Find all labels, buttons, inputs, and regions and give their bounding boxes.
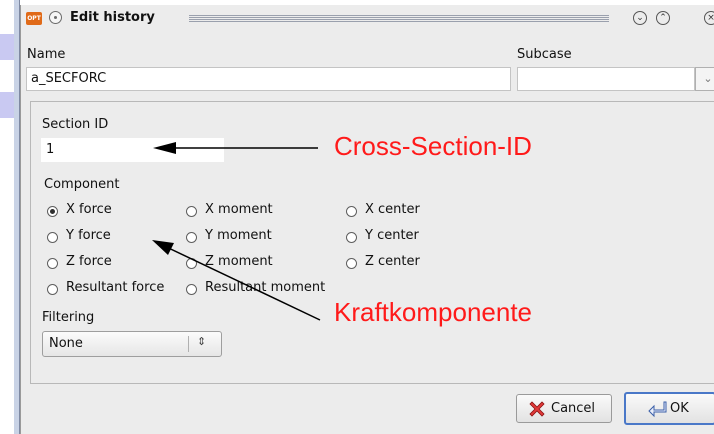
component-arrowhead bbox=[152, 240, 174, 255]
component-arrow bbox=[157, 242, 321, 321]
annotation-cross-section-id: Cross-Section-ID bbox=[334, 131, 532, 161]
annotation-kraftkomponente: Kraftkomponente bbox=[334, 297, 533, 327]
annotation-arrows bbox=[152, 142, 321, 321]
section-id-arrowhead bbox=[153, 142, 176, 154]
